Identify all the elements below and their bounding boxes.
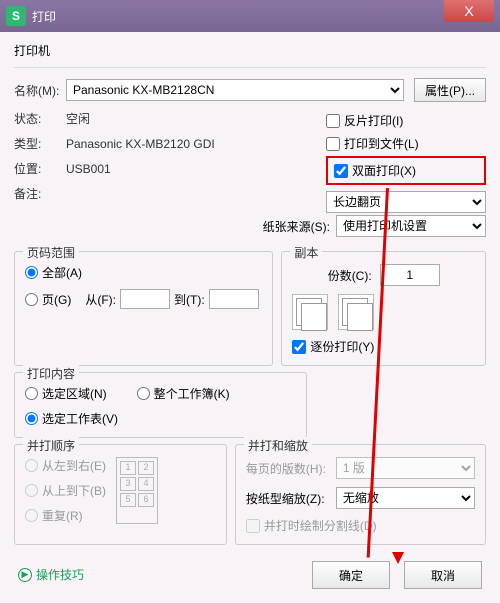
range-pages-radio[interactable] — [25, 293, 38, 306]
order-title: 并打顺序 — [23, 437, 79, 454]
titlebar: S 打印 X — [0, 0, 500, 32]
name-label: 名称(M): — [14, 82, 66, 99]
type-value: Panasonic KX-MB2120 GDI — [66, 137, 215, 151]
tips-link[interactable]: ▶ 操作技巧 — [18, 566, 84, 583]
status-value: 空闲 — [66, 110, 90, 127]
app-logo-icon: S — [6, 6, 26, 26]
reverse-checkbox[interactable] — [326, 114, 340, 128]
reverse-label: 反片打印(I) — [344, 112, 403, 129]
cancel-button[interactable]: 取消 — [404, 561, 482, 589]
collate-checkbox[interactable] — [292, 340, 306, 354]
printer-section-label: 打印机 — [14, 42, 486, 59]
lines-checkbox — [246, 519, 260, 533]
order-tb-label: 从上到下(B) — [42, 482, 106, 499]
scaling-select[interactable]: 无缩放 — [336, 487, 475, 509]
dialog-content: 打印机 名称(M): Panasonic KX-MB2128CN 属性(P)..… — [0, 32, 500, 603]
order-rep-label: 重复(R) — [42, 507, 83, 524]
to-input[interactable] — [209, 289, 259, 309]
properties-button[interactable]: 属性(P)... — [414, 78, 486, 102]
range-pages-label: 页(G) — [42, 291, 71, 308]
printer-name-select[interactable]: Panasonic KX-MB2128CN — [66, 79, 404, 101]
perpage-label: 每页的版数(H): — [246, 460, 336, 477]
to-label: 到(T): — [174, 291, 205, 308]
order-lr-label: 从左到右(E) — [42, 457, 106, 474]
play-icon: ▶ — [18, 568, 32, 582]
window-title: 打印 — [32, 8, 444, 25]
count-input[interactable] — [380, 264, 440, 286]
close-button[interactable]: X — [444, 0, 494, 22]
location-value: USB001 — [66, 162, 111, 176]
what-title: 打印内容 — [23, 365, 79, 382]
range-all-label: 全部(A) — [42, 264, 82, 281]
status-label: 状态: — [14, 110, 66, 127]
order-preview-icon: 12 34 56 — [116, 457, 158, 524]
copies-title: 副本 — [290, 244, 322, 261]
what-wb-label: 整个工作簿(K) — [154, 385, 230, 402]
count-label: 份数(C): — [328, 267, 372, 284]
what-sheet-label: 选定工作表(V) — [42, 410, 118, 427]
tofile-label: 打印到文件(L) — [344, 135, 419, 152]
what-sheet-radio[interactable] — [25, 412, 38, 425]
duplex-checkbox[interactable] — [334, 164, 348, 178]
collate-label: 逐份打印(Y) — [310, 338, 374, 355]
range-title: 页码范围 — [23, 244, 79, 261]
order-rep-radio — [25, 509, 38, 522]
order-tb-radio — [25, 484, 38, 497]
what-wb-radio[interactable] — [137, 387, 150, 400]
lines-label: 并打时绘制分割线(D) — [264, 517, 377, 534]
collate-icon — [338, 294, 374, 330]
scale-title: 并打和缩放 — [244, 437, 312, 454]
notes-label: 备注: — [14, 185, 66, 202]
what-sel-radio[interactable] — [25, 387, 38, 400]
scaling-label: 按纸型缩放(Z): — [246, 490, 336, 507]
tofile-checkbox[interactable] — [326, 137, 340, 151]
from-label: 从(F): — [85, 291, 116, 308]
what-sel-label: 选定区域(N) — [42, 385, 107, 402]
from-input[interactable] — [120, 289, 170, 309]
ok-button[interactable]: 确定 — [312, 561, 390, 589]
duplex-mode-select[interactable]: 长边翻页 — [326, 191, 486, 213]
collate-icon — [292, 294, 328, 330]
perpage-select: 1 版 — [336, 457, 475, 479]
type-label: 类型: — [14, 135, 66, 152]
source-label: 纸张来源(S): — [263, 218, 330, 235]
duplex-label: 双面打印(X) — [352, 162, 416, 179]
source-select[interactable]: 使用打印机设置 — [336, 215, 486, 237]
order-lr-radio — [25, 459, 38, 472]
location-label: 位置: — [14, 160, 66, 177]
range-all-radio[interactable] — [25, 266, 38, 279]
